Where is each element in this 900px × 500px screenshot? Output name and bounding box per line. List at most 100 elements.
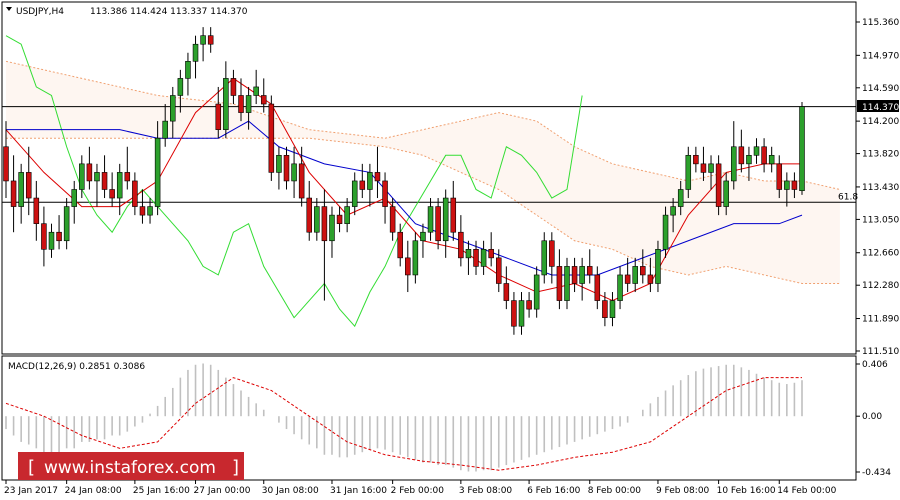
time-tick-label: 6 Feb 16:00 bbox=[527, 486, 581, 496]
candle-body bbox=[579, 266, 585, 284]
candle-body bbox=[586, 266, 593, 276]
candle-body bbox=[18, 172, 24, 207]
candle-body bbox=[442, 197, 449, 242]
candle-body bbox=[799, 106, 805, 191]
time-tick-label: 2 Feb 00:00 bbox=[391, 486, 445, 496]
candle-body bbox=[776, 163, 783, 190]
candle[interactable] bbox=[268, 95, 275, 181]
candle-body bbox=[784, 180, 790, 190]
candle-body bbox=[101, 172, 108, 190]
ohlc-readout: 113.386 114.424 113.337 114.370 bbox=[90, 7, 248, 17]
candle-body bbox=[670, 206, 676, 216]
candle-body bbox=[215, 103, 222, 130]
candle-body bbox=[139, 206, 146, 216]
trading-chart[interactable]: 115.360 114.970 114.590 114.200 113.820 113.4… bbox=[0, 0, 900, 500]
watermark-text: www.instaforex.com bbox=[44, 458, 216, 478]
time-tick-label: 30 Jan 08:00 bbox=[262, 486, 319, 496]
candle-body bbox=[56, 231, 62, 242]
current-price-badge: 114.370 bbox=[857, 100, 899, 113]
current-price-value: 114.370 bbox=[862, 103, 899, 113]
time-tick-label: 14 Feb 00:00 bbox=[777, 486, 836, 496]
candle-body bbox=[367, 172, 373, 190]
svg-text:]: ] bbox=[232, 457, 239, 478]
time-tick-label: 9 Feb 08:00 bbox=[656, 486, 710, 496]
price-tick-label: 112.280 bbox=[862, 281, 899, 291]
candle-body bbox=[465, 249, 472, 259]
candle-body bbox=[314, 206, 320, 233]
price-axis-ticks: 115.360 114.970 114.590 114.200 113.820 113.4… bbox=[856, 18, 899, 357]
candle-body bbox=[238, 95, 244, 113]
candle-body bbox=[495, 257, 502, 284]
candle-body bbox=[768, 155, 775, 165]
candle-body bbox=[245, 95, 252, 113]
candle-body bbox=[655, 249, 661, 284]
candle-body bbox=[283, 155, 290, 182]
fib-level-label: 61.8 bbox=[838, 192, 858, 202]
candle-body bbox=[677, 189, 684, 207]
candle-body bbox=[700, 163, 707, 173]
candle-body bbox=[480, 249, 487, 267]
candle-body bbox=[116, 172, 123, 199]
candle-body bbox=[63, 206, 70, 242]
candle-body bbox=[435, 206, 441, 242]
symbol-label: USDJPY,H4 bbox=[16, 7, 64, 17]
candle-body bbox=[94, 172, 100, 182]
candle-body bbox=[223, 78, 229, 130]
candle-body bbox=[359, 180, 366, 190]
candle-body bbox=[488, 249, 494, 259]
candle-body bbox=[260, 95, 267, 105]
price-tick-label: 114.970 bbox=[862, 51, 899, 61]
candle-body bbox=[511, 300, 517, 327]
candle-body bbox=[200, 35, 206, 45]
price-tick-label: 111.890 bbox=[862, 315, 899, 325]
candle-body bbox=[450, 197, 457, 233]
candle-body bbox=[458, 231, 464, 259]
candle-body bbox=[640, 266, 646, 276]
candle-body bbox=[25, 172, 32, 199]
svg-text:[: [ bbox=[28, 457, 35, 478]
chart-header: USDJPY,H4 113.386 114.424 113.337 114.37… bbox=[6, 7, 248, 17]
candle-body bbox=[731, 146, 737, 182]
candle-body bbox=[321, 206, 328, 242]
candle-body bbox=[79, 163, 85, 190]
time-tick-label: 25 Jan 16:00 bbox=[133, 486, 190, 496]
time-tick-label: 3 Feb 08:00 bbox=[459, 486, 513, 496]
candle-body bbox=[382, 180, 388, 207]
candle-body bbox=[10, 180, 17, 207]
candle-body bbox=[162, 120, 168, 139]
candle-body bbox=[549, 240, 555, 267]
macd-tick-label: 0.00 bbox=[862, 412, 882, 422]
candle-body bbox=[693, 155, 699, 165]
candle[interactable] bbox=[799, 101, 805, 195]
macd-tick-label: -0.434 bbox=[862, 468, 891, 478]
candle-body bbox=[124, 172, 131, 182]
price-tick-label: 111.510 bbox=[862, 347, 899, 357]
candle-body bbox=[329, 214, 335, 242]
price-tick-label: 114.200 bbox=[862, 117, 899, 127]
candle-body bbox=[594, 274, 601, 301]
watermark-badge: [ www.instaforex.com ] bbox=[18, 452, 244, 480]
candle-body bbox=[147, 206, 153, 216]
macd-tick-label: 0.406 bbox=[862, 360, 888, 370]
price-tick-label: 112.660 bbox=[862, 249, 899, 259]
time-tick-label: 31 Jan 16:00 bbox=[330, 486, 387, 496]
candle-body bbox=[685, 155, 692, 190]
candle-body bbox=[41, 223, 47, 250]
candle-body bbox=[503, 283, 510, 301]
candle-body bbox=[71, 189, 77, 207]
candle-body bbox=[86, 163, 93, 182]
candle-body bbox=[518, 300, 525, 327]
candle[interactable] bbox=[715, 155, 722, 216]
candle-body bbox=[715, 163, 722, 207]
candle-body bbox=[624, 274, 631, 284]
price-tick-label: 113.430 bbox=[862, 183, 899, 193]
price-tick-label: 113.050 bbox=[862, 215, 899, 225]
candle-body bbox=[571, 266, 578, 284]
candle-body bbox=[336, 214, 343, 224]
candle-body bbox=[291, 163, 297, 182]
candle-body bbox=[746, 155, 752, 165]
price-tick-label: 113.820 bbox=[862, 150, 899, 160]
candle-body bbox=[3, 146, 9, 182]
candle-body bbox=[602, 300, 608, 318]
candle-body bbox=[185, 61, 191, 79]
